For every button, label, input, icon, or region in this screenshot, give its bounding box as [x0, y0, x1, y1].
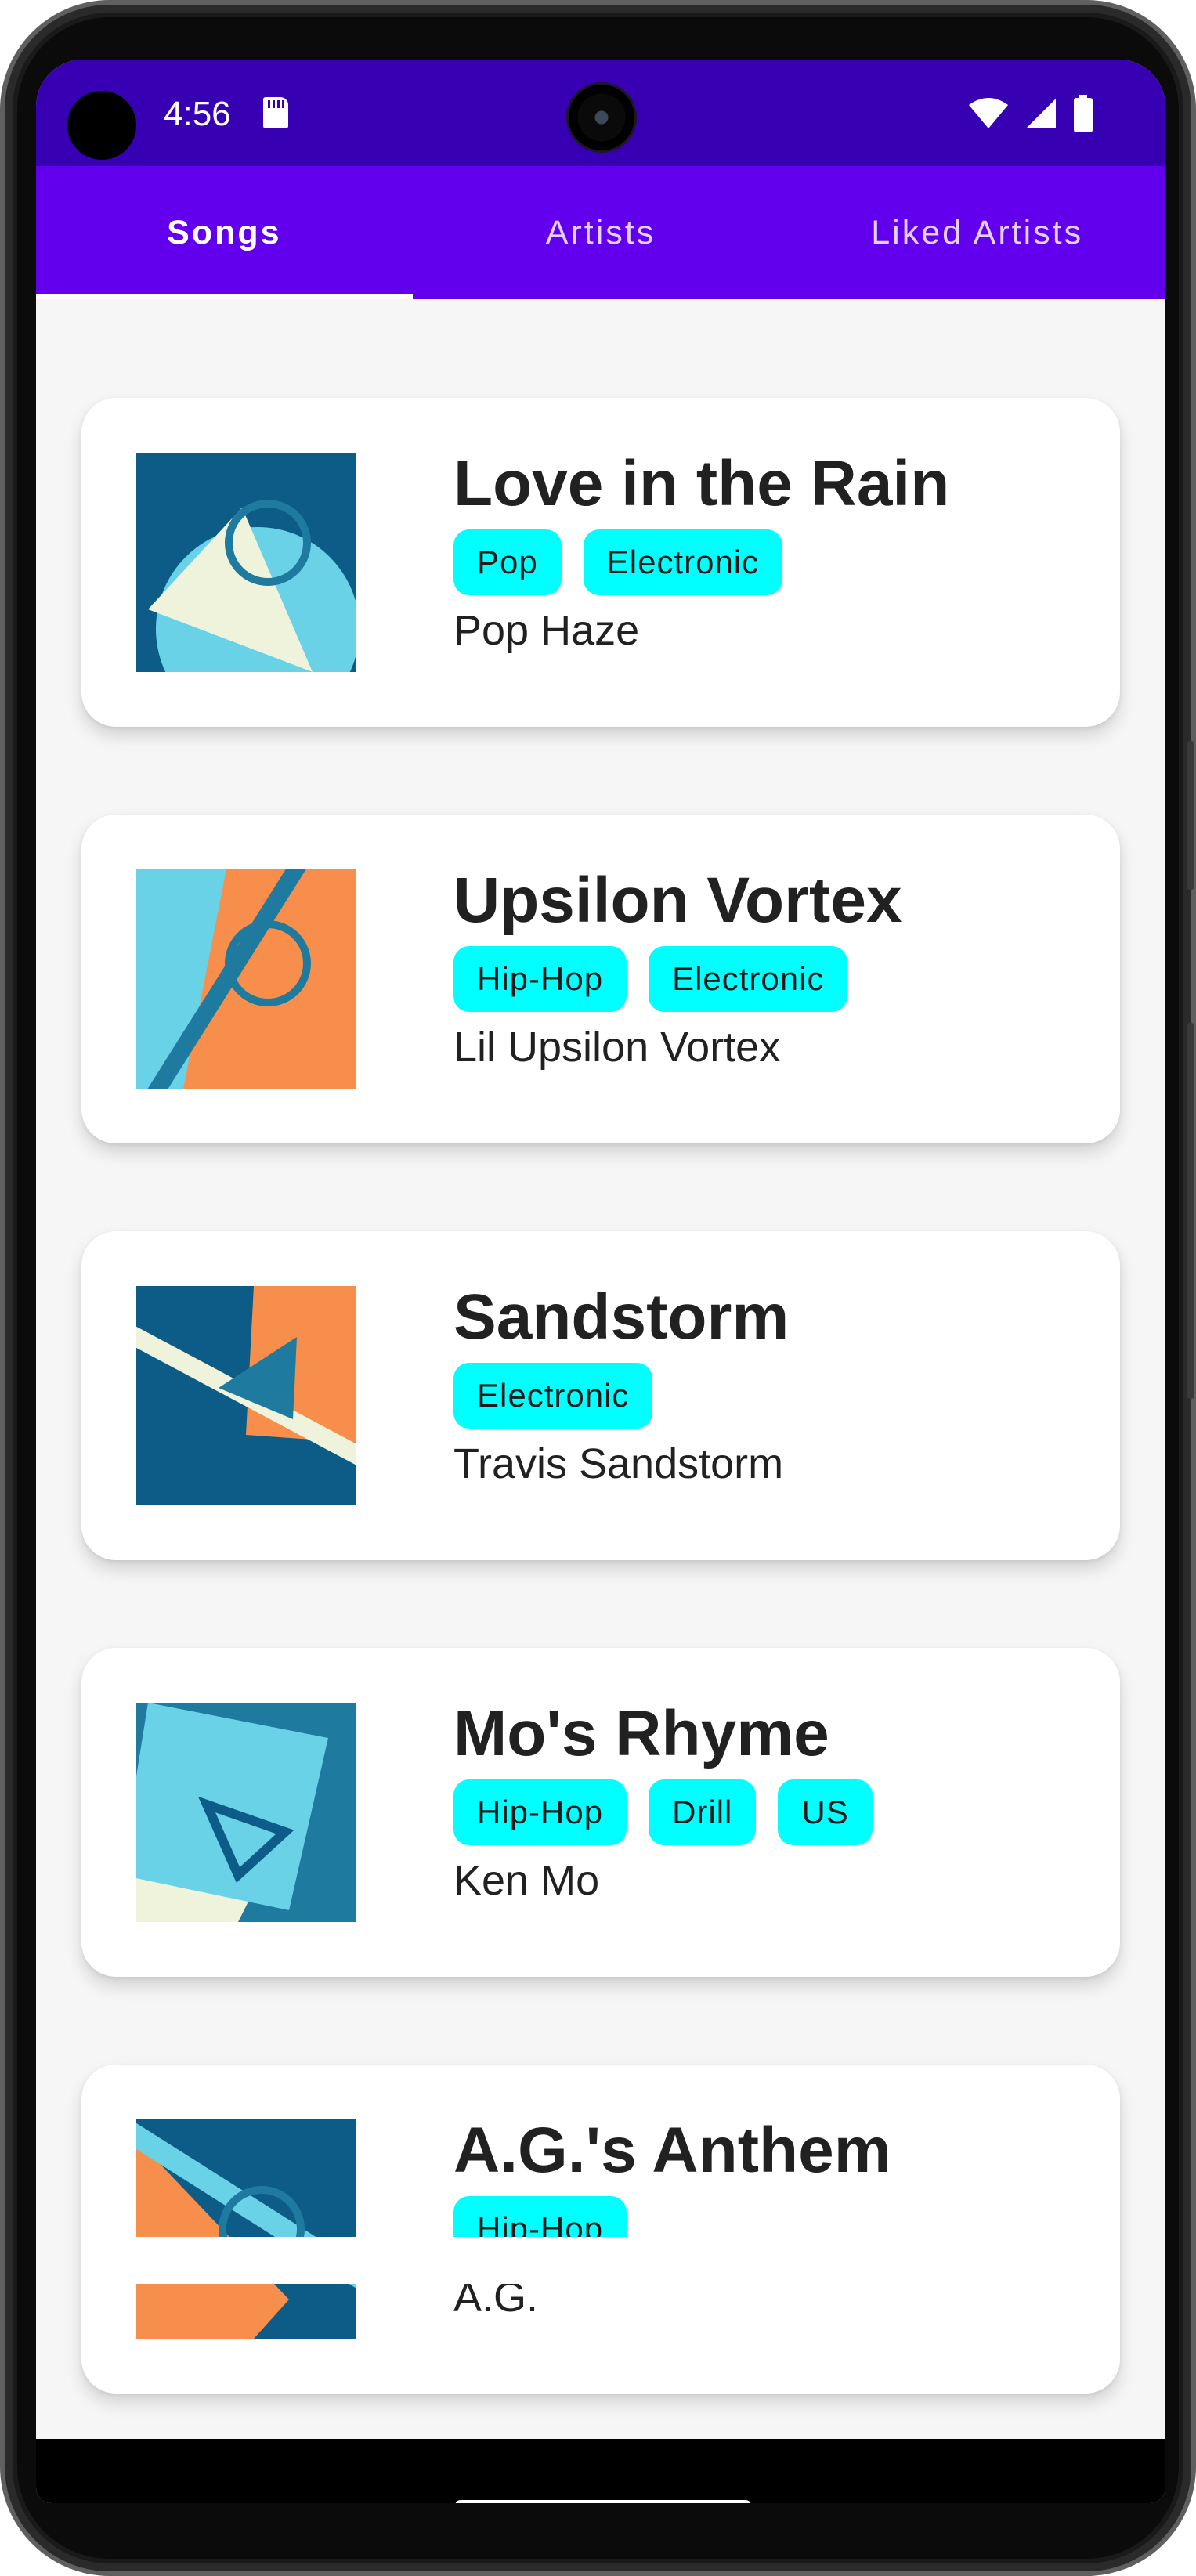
tab-liked-artists[interactable]: Liked Artists [789, 166, 1165, 299]
front-camera [569, 85, 634, 150]
battery-icon [1074, 95, 1093, 132]
tab-bar: Songs Artists Liked Artists [36, 166, 1165, 299]
next-song-card-partial[interactable] [81, 2237, 1120, 2284]
song-title: Mo's Rhyme [453, 1698, 829, 1769]
sd-card-icon [263, 97, 288, 128]
song-list[interactable]: Love in the Rain Pop Electronic Pop Haze [36, 299, 1165, 2445]
genre-chip: Hip-Hop [453, 1779, 627, 1845]
genre-chip: Electronic [453, 1363, 653, 1429]
screen: 4:56 Songs Artists Liked Artists Love in… [36, 60, 1165, 2503]
song-card[interactable]: Upsilon Vortex Hip-Hop Electronic Lil Up… [81, 815, 1120, 1143]
volume-button [1187, 1023, 1194, 1399]
album-cover [136, 453, 356, 672]
tab-artists[interactable]: Artists [413, 166, 790, 299]
album-cover [136, 2119, 356, 2339]
genre-tags: Hip-Hop Drill US [453, 1779, 873, 1845]
genre-chip: US [778, 1779, 873, 1845]
phone-frame: 4:56 Songs Artists Liked Artists Love in… [0, 0, 1196, 2576]
song-card[interactable]: Sandstorm Electronic Travis Sandstorm [81, 1231, 1120, 1560]
artist-name: Ken Mo [453, 1857, 600, 1904]
album-cover [136, 1703, 356, 1922]
genre-chip: Pop [453, 529, 562, 595]
status-time: 4:56 [164, 95, 231, 133]
song-title: A.G.'s Anthem [453, 2115, 891, 2186]
status-icons [968, 95, 1093, 132]
tab-songs[interactable]: Songs [36, 166, 413, 299]
song-card[interactable]: A.G.'s Anthem Hip-Hop A.G. [81, 2065, 1120, 2394]
signal-icon [1026, 99, 1056, 128]
genre-chip: Drill [649, 1779, 757, 1845]
artist-name: Pop Haze [453, 607, 640, 654]
navigation-bar [36, 2439, 1165, 2503]
artist-name: Travis Sandstorm [453, 1440, 784, 1487]
album-cover [136, 869, 356, 1089]
genre-chip: Electronic [583, 529, 783, 595]
song-title: Sandstorm [453, 1281, 790, 1353]
wifi-icon [969, 98, 1008, 128]
home-gesture-handle[interactable] [455, 2500, 751, 2503]
artist-name: Lil Upsilon Vortex [453, 1024, 781, 1071]
genre-chip: Hip-Hop [453, 946, 627, 1012]
song-title: Love in the Rain [453, 448, 950, 519]
power-button [1187, 741, 1194, 890]
front-sensor [67, 91, 136, 160]
album-cover [136, 1286, 356, 1505]
genre-tags: Pop Electronic [453, 529, 783, 595]
genre-tags: Hip-Hop Electronic [453, 946, 848, 1012]
genre-tags: Electronic [453, 1363, 653, 1429]
status-bar: 4:56 [36, 60, 1165, 166]
song-card[interactable]: Mo's Rhyme Hip-Hop Drill US Ken Mo [81, 1648, 1120, 1977]
song-card[interactable]: Love in the Rain Pop Electronic Pop Haze [81, 398, 1120, 727]
genre-chip: Electronic [649, 946, 848, 1012]
song-title: Upsilon Vortex [453, 865, 902, 936]
